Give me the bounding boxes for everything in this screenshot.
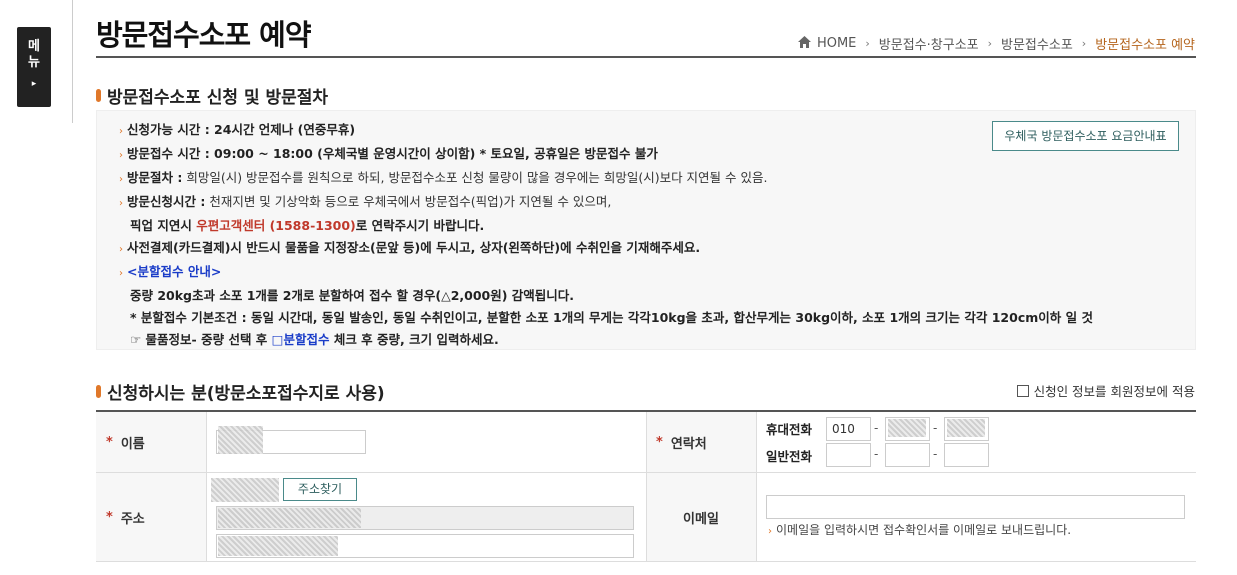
home-icon (797, 35, 811, 52)
mobile-label: 휴대전화 (766, 422, 813, 437)
apply-member-info-label: 신청인 정보를 회원정보에 적용 (1033, 384, 1195, 399)
breadcrumb-item-1[interactable]: 방문접수·창구소포 (879, 34, 979, 53)
breadcrumb: HOME › 방문접수·창구소포 › 방문접수소포 › 방문접수소포 예약 (797, 34, 1195, 53)
breadcrumb-current: 방문접수소포 예약 (1095, 38, 1195, 53)
info-row: › 사전결제(카드결제)시 반드시 물품을 지정장소(문앞 등)에 두시고, 상자… (119, 240, 701, 255)
section-marker-icon (96, 385, 101, 398)
contact-label: 연락처 (670, 436, 707, 452)
breadcrumb-home[interactable]: HOME (817, 36, 856, 51)
phone-middle-input[interactable] (885, 443, 930, 467)
info-row: ☞ 물품정보- 중량 선택 후 □분할접수 체크 후 중량, 크기 입력하세요. (130, 332, 499, 347)
name-label: 이름 (120, 436, 145, 452)
required-mark: * (106, 509, 113, 525)
redacted-address-detail (218, 536, 338, 556)
mobile-prefix-input[interactable]: 010 (826, 417, 871, 441)
address-label-cell: * 주소 (96, 473, 206, 562)
bullet-icon: › (768, 526, 772, 537)
split-guide-heading: <분할접수 안내> (127, 264, 222, 279)
divider (206, 412, 207, 562)
email-label: 이메일 (683, 511, 719, 527)
applicant-form: * 이름 * 연락처 * 주소 이메일 휴대전화 010 - - 일반전화 - … (96, 410, 1196, 562)
required-mark: * (656, 434, 663, 450)
redacted-mobile (947, 419, 985, 437)
info-row: 픽업 지연시 우편고객센터 (1588-1300)로 연락주시기 바랍니다. (130, 218, 485, 233)
chevron-right-icon: ▸ (31, 79, 37, 89)
address-search-button[interactable]: 주소찾기 (283, 478, 357, 501)
info-row: 중량 20kg초과 소포 1개를 2개로 분할하여 접수 할 경우(△2,000… (130, 288, 575, 303)
section-title: 방문접수소포 신청 및 방문절차 (107, 88, 329, 108)
dash: - (874, 421, 879, 435)
fee-table-button[interactable]: 우체국 방문접수소포 요금안내표 (992, 121, 1179, 151)
info-row: › 방문절차 : 희망일(시) 방문접수를 원칙으로 하되, 방문접수소포 신청 … (119, 170, 768, 185)
side-menu-label-2: 뉴 (28, 55, 40, 70)
redacted-mobile (888, 419, 926, 437)
section-marker-icon (96, 89, 101, 102)
email-hint-text: 이메일을 입력하시면 접수확인서를 이메일로 보내드립니다. (776, 523, 1072, 537)
email-label-cell: 이메일 (646, 473, 756, 562)
info-row: › 신청가능 시간 : 24시간 언제나 (연중무휴) (119, 122, 356, 137)
email-input[interactable] (766, 495, 1185, 519)
required-mark: * (106, 434, 113, 450)
apply-member-info-checkbox[interactable]: 신청인 정보를 회원정보에 적용 (1016, 381, 1195, 400)
phone-prefix-input[interactable] (826, 443, 871, 467)
address-label: 주소 (120, 511, 145, 527)
info-row: * 분할접수 기본조건 : 동일 시간대, 동일 발송인, 동일 수취인이고, … (130, 310, 1093, 325)
section-heading-applicant: 신청하시는 분(방문소포접수지로 사용) (96, 379, 385, 404)
section-title: 신청하시는 분(방문소포접수지로 사용) (107, 384, 385, 404)
bullet-icon: › (119, 150, 123, 161)
redacted-address (218, 508, 361, 528)
bullet-icon: › (119, 244, 123, 255)
split-check-label: □분할접수 (271, 332, 330, 347)
title-divider (96, 56, 1196, 58)
customer-center-phone: 우편고객센터 (1588-1300) (196, 218, 356, 233)
dash: - (933, 447, 938, 461)
checkbox-icon[interactable] (1016, 384, 1029, 397)
info-row: › 방문접수 시간 : 09:00 ~ 18:00 (우체국별 운영시간이 상이함… (119, 146, 658, 161)
bullet-icon: › (119, 198, 123, 209)
divider (756, 412, 757, 562)
info-row: › 방문신청시간 : 천재지변 및 기상악화 등으로 우체국에서 방문접수(픽업)… (119, 194, 612, 209)
bullet-icon: › (119, 126, 123, 137)
side-divider (72, 0, 73, 123)
breadcrumb-item-2[interactable]: 방문접수소포 (1001, 34, 1073, 53)
info-row: › <분할접수 안내> (119, 261, 1093, 285)
breadcrumb-separator: › (987, 37, 993, 50)
bullet-icon: › (119, 174, 123, 185)
info-list: › 신청가능 시간 : 24시간 언제나 (연중무휴) › 방문접수 시간 : 09… (119, 119, 1093, 351)
breadcrumb-separator: › (865, 37, 870, 50)
divider (646, 412, 647, 562)
breadcrumb-separator: › (1081, 37, 1087, 50)
dash: - (933, 421, 938, 435)
section-heading-procedure: 방문접수소포 신청 및 방문절차 (96, 83, 328, 108)
email-hint: › 이메일을 입력하시면 접수확인서를 이메일로 보내드립니다. (768, 521, 1071, 538)
side-menu-label-1: 메 (28, 39, 40, 54)
redacted-name (218, 426, 263, 454)
side-menu-button[interactable]: 메 뉴 ▸ (17, 27, 51, 107)
redacted-zipcode (211, 478, 279, 502)
phone-last-input[interactable] (944, 443, 989, 467)
dash: - (874, 447, 879, 461)
name-label-cell: * 이름 (96, 412, 206, 473)
contact-label-cell: * 연락처 (646, 412, 756, 473)
phone-label: 일반전화 (766, 449, 813, 464)
bullet-icon: › (119, 268, 123, 279)
page-title: 방문접수소포 예약 (96, 18, 312, 52)
info-box: › 신청가능 시간 : 24시간 언제나 (연중무휴) › 방문접수 시간 : 09… (96, 110, 1196, 350)
